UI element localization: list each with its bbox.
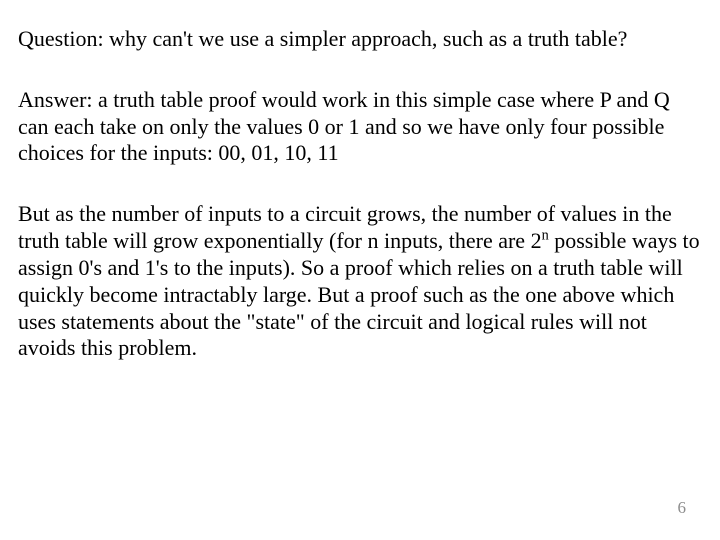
slide: Question: why can't we use a simpler app… [0, 0, 720, 540]
page-number: 6 [678, 498, 687, 518]
answer-paragraph: Answer: a truth table proof would work i… [18, 87, 700, 167]
exponent: n [542, 228, 549, 244]
question-paragraph: Question: why can't we use a simpler app… [18, 26, 700, 53]
explanation-paragraph: But as the number of inputs to a circuit… [18, 201, 700, 362]
